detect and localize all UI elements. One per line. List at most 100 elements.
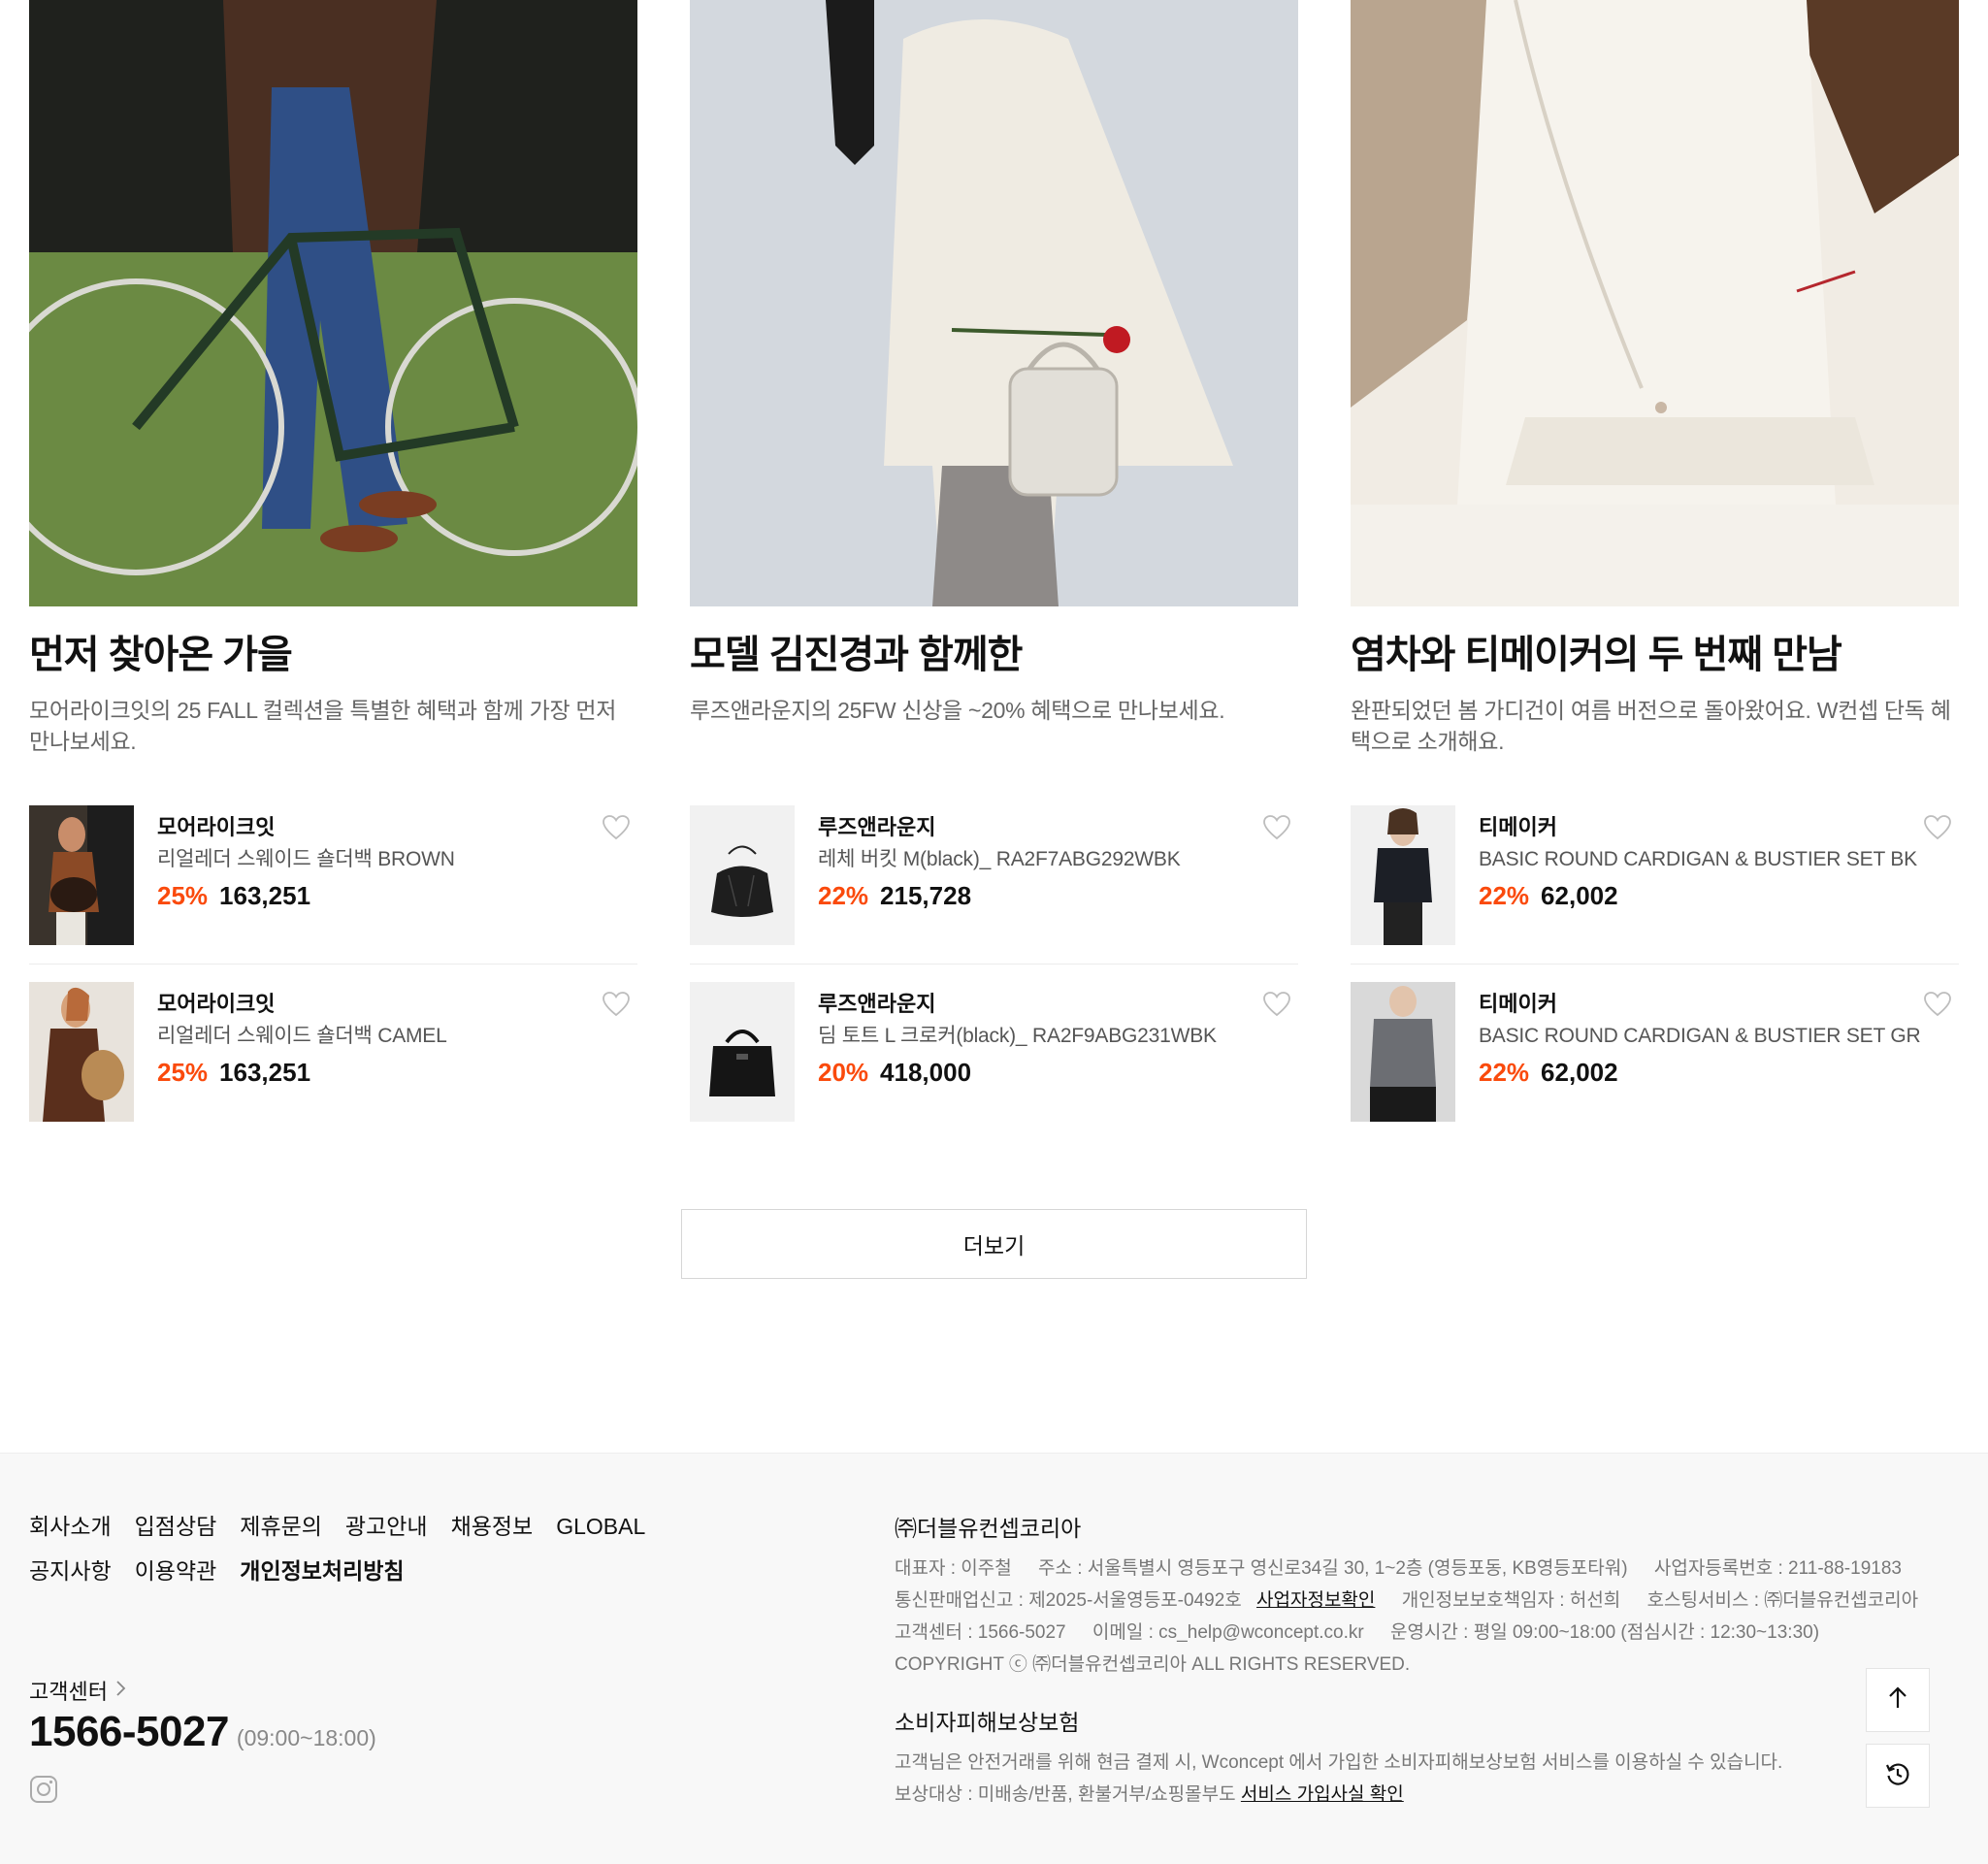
- hero-image-bicycle[interactable]: [29, 0, 637, 606]
- company-info: ㈜더블유컨셉코리아 대표자 : 이주철 주소 : 서울특별시 영등포구 영신로3…: [895, 1514, 1918, 1681]
- product-name[interactable]: BASIC ROUND CARDIGAN & BUSTIER SET GR: [1479, 1023, 1921, 1050]
- footer-link-notice[interactable]: 공지사항: [29, 1558, 112, 1584]
- product-name[interactable]: 레체 버킷 M(black)_ RA2F7ABG292WBK: [818, 846, 1181, 873]
- customer-center-link[interactable]: 고객센터: [29, 1675, 127, 1706]
- product-brand[interactable]: 모어라이크잇: [157, 990, 447, 1019]
- discount-rate: 25%: [157, 1058, 209, 1087]
- mail-order-info: 통신판매업신고 : 제2025-서울영등포-0492호: [895, 1590, 1242, 1611]
- footer-link-store-inquiry[interactable]: 입점상담: [135, 1514, 217, 1539]
- product-name[interactable]: 리얼레더 스웨이드 숄더백 BROWN: [157, 846, 455, 873]
- card-title[interactable]: 염차와 티메이커의 두 번째 만남: [1351, 631, 1959, 679]
- product-brand[interactable]: 루즈앤라운지: [818, 990, 1217, 1019]
- product-name[interactable]: 딤 토트 L 크로커(black)_ RA2F9ABG231WBK: [818, 1023, 1217, 1050]
- product-thumbnail[interactable]: [1351, 805, 1455, 945]
- company-name: ㈜더블유컨셉코리아: [895, 1516, 1082, 1541]
- discount-rate: 20%: [818, 1058, 869, 1087]
- hours-info: 운영시간 : 평일 09:00~18:00 (점심시간 : 12:30~13:3…: [1389, 1622, 1820, 1643]
- more-button[interactable]: 더보기: [681, 1209, 1307, 1279]
- product-thumbnail[interactable]: [690, 805, 795, 945]
- phone-hours: (09:00~18:00): [236, 1725, 376, 1750]
- product-thumbnail[interactable]: [29, 805, 134, 945]
- ceo-info: 대표자 : 이주철: [895, 1558, 1012, 1579]
- discount-rate: 22%: [1479, 1058, 1530, 1087]
- copyright: COPYRIGHT ⓒ ㈜더블유컨셉코리아 ALL RIGHTS RESERVE…: [895, 1654, 1411, 1675]
- instagram-icon[interactable]: [29, 1775, 58, 1804]
- footer-link-terms[interactable]: 이용약관: [135, 1558, 217, 1584]
- footer-link-careers[interactable]: 채용정보: [451, 1514, 534, 1539]
- history-icon: [1885, 1761, 1910, 1791]
- card-title[interactable]: 모델 김진경과 함께한: [690, 631, 1298, 679]
- product-thumbnail[interactable]: [29, 982, 134, 1122]
- product-price: 22% 62,002: [1479, 1056, 1920, 1089]
- product-price: 25% 163,251: [157, 879, 455, 912]
- product-brand[interactable]: 티메이커: [1479, 990, 1920, 1019]
- heart-icon[interactable]: [1263, 992, 1290, 1017]
- hero-image-cardigan[interactable]: [1351, 0, 1959, 606]
- insurance-description: 고객님은 안전거래를 위해 현금 결제 시, Wconcept 에서 가입한 소…: [895, 1752, 1783, 1773]
- heart-icon[interactable]: [603, 815, 630, 840]
- hero-image-model[interactable]: [690, 0, 1298, 606]
- footer-links: 회사소개 입점상담 제휴문의 광고안내 채용정보 GLOBAL 공지사항 이용약…: [29, 1514, 689, 1603]
- insurance-verify-link[interactable]: 서비스 가입사실 확인: [1241, 1784, 1404, 1805]
- product-brand[interactable]: 루즈앤라운지: [818, 813, 1181, 842]
- price-amount: 418,000: [880, 1058, 972, 1087]
- footer-link-global[interactable]: GLOBAL: [556, 1514, 645, 1539]
- site-footer: 회사소개 입점상담 제휴문의 광고안내 채용정보 GLOBAL 공지사항 이용약…: [0, 1453, 1988, 1864]
- price-amount: 163,251: [219, 1058, 311, 1087]
- product-price: 20% 418,000: [818, 1056, 1217, 1089]
- heart-icon[interactable]: [603, 992, 630, 1017]
- product-thumbnail[interactable]: [1351, 982, 1455, 1122]
- card-title[interactable]: 먼저 찾아온 가을: [29, 631, 637, 679]
- card-description: 완판되었던 봄 가디건이 여름 버전으로 돌아왔어요. W컨셉 단독 혜택으로 …: [1351, 698, 1951, 754]
- product-brand[interactable]: 모어라이크잇: [157, 813, 455, 842]
- promo-card[interactable]: 모델 김진경과 함께한 루즈앤라운지의 25FW 신상을 ~20% 혜택으로 만…: [690, 0, 1298, 1122]
- price-amount: 163,251: [219, 881, 311, 910]
- product-thumbnail[interactable]: [690, 982, 795, 1122]
- product-brand[interactable]: 티메이커: [1479, 813, 1917, 842]
- heart-icon[interactable]: [1924, 992, 1951, 1017]
- footer-link-ads[interactable]: 광고안내: [345, 1514, 428, 1539]
- promo-card[interactable]: 염차와 티메이커의 두 번째 만남 완판되었던 봄 가디건이 여름 버전으로 돌…: [1351, 0, 1959, 1122]
- price-amount: 62,002: [1541, 1058, 1618, 1087]
- price-amount: 62,002: [1541, 881, 1618, 910]
- product-item[interactable]: 루즈앤라운지 딤 토트 L 크로커(black)_ RA2F9ABG231WBK…: [690, 982, 1298, 1122]
- footer-link-privacy[interactable]: 개인정보처리방침: [240, 1558, 404, 1584]
- heart-icon[interactable]: [1924, 815, 1951, 840]
- promo-card[interactable]: 먼저 찾아온 가을 모어라이크잇의 25 FALL 컬렉션을 특별한 혜택과 함…: [29, 0, 637, 1122]
- product-name[interactable]: BASIC ROUND CARDIGAN & BUSTIER SET BK: [1479, 846, 1917, 873]
- chevron-right-icon: [114, 1678, 127, 1703]
- product-list: 루즈앤라운지 레체 버킷 M(black)_ RA2F7ABG292WBK 22…: [690, 805, 1298, 1122]
- cs-center-info: 고객센터 : 1566-5027: [895, 1622, 1066, 1643]
- recent-history-button[interactable]: [1866, 1744, 1930, 1808]
- product-item[interactable]: 티메이커 BASIC ROUND CARDIGAN & BUSTIER SET …: [1351, 982, 1959, 1122]
- hosting-info: 호스팅서비스 : ㈜더블유컨셉코리아: [1646, 1590, 1919, 1611]
- product-item[interactable]: 루즈앤라운지 레체 버킷 M(black)_ RA2F7ABG292WBK 22…: [690, 805, 1298, 965]
- product-list: 티메이커 BASIC ROUND CARDIGAN & BUSTIER SET …: [1351, 805, 1959, 1122]
- customer-center-label: 고객센터: [29, 1680, 108, 1704]
- address-info: 주소 : 서울특별시 영등포구 영신로34길 30, 1~2층 (영등포동, K…: [1038, 1558, 1628, 1579]
- scroll-top-button[interactable]: [1866, 1668, 1930, 1732]
- product-price: 22% 62,002: [1479, 879, 1917, 912]
- discount-rate: 22%: [818, 881, 869, 910]
- insurance-info: 소비자피해보상보험 고객님은 안전거래를 위해 현금 결제 시, Wconcep…: [895, 1708, 1865, 1811]
- product-list: 모어라이크잇 리얼레더 스웨이드 숄더백 BROWN 25% 163,251 모…: [29, 805, 637, 1122]
- heart-icon[interactable]: [1263, 815, 1290, 840]
- footer-link-company[interactable]: 회사소개: [29, 1514, 112, 1539]
- insurance-target: 보상대상 : 미배송/반품, 환불거부/쇼핑몰부도: [895, 1784, 1236, 1805]
- card-description: 루즈앤라운지의 25FW 신상을 ~20% 혜택으로 만나보세요.: [690, 698, 1225, 723]
- insurance-title: 소비자피해보상보험: [895, 1710, 1080, 1735]
- product-name[interactable]: 리얼레더 스웨이드 숄더백 CAMEL: [157, 1023, 447, 1050]
- card-description: 모어라이크잇의 25 FALL 컬렉션을 특별한 혜택과 함께 가장 먼저 만나…: [29, 698, 617, 754]
- email-info: 이메일 : cs_help@wconcept.co.kr: [1092, 1622, 1364, 1643]
- biz-number-info: 사업자등록번호 : 211-88-19183: [1653, 1558, 1902, 1579]
- discount-rate: 22%: [1479, 881, 1530, 910]
- product-item[interactable]: 모어라이크잇 리얼레더 스웨이드 숄더백 CAMEL 25% 163,251: [29, 982, 637, 1122]
- product-item[interactable]: 티메이커 BASIC ROUND CARDIGAN & BUSTIER SET …: [1351, 805, 1959, 965]
- arrow-up-icon: [1887, 1685, 1908, 1715]
- footer-link-partnership[interactable]: 제휴문의: [240, 1514, 322, 1539]
- product-item[interactable]: 모어라이크잇 리얼레더 스웨이드 숄더백 BROWN 25% 163,251: [29, 805, 637, 965]
- product-price: 25% 163,251: [157, 1056, 447, 1089]
- privacy-officer-info: 개인정보보호책임자 : 허선희: [1401, 1590, 1621, 1611]
- biz-info-link[interactable]: 사업자정보확인: [1256, 1590, 1375, 1611]
- phone-number: 1566-5027: [29, 1708, 229, 1755]
